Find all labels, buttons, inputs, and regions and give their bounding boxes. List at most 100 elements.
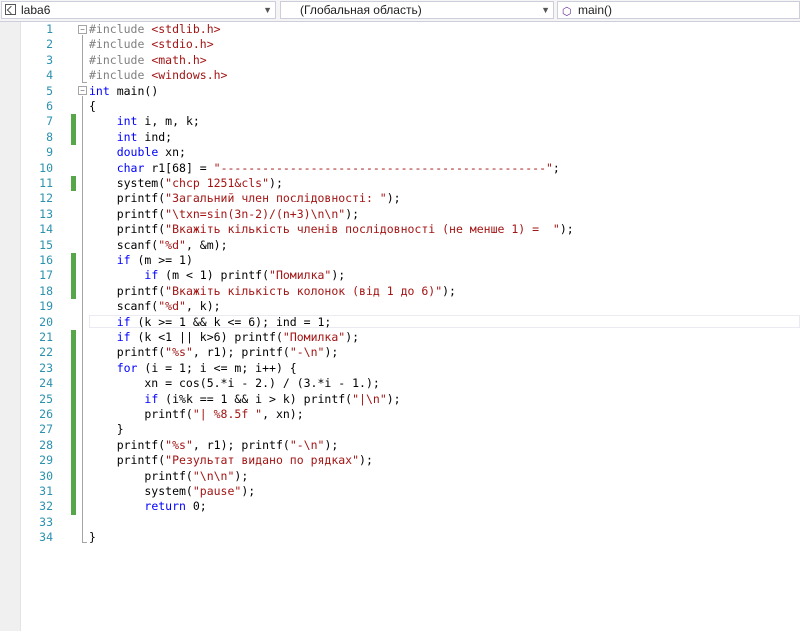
code-text: if (i%k == 1 && i > k) printf("|\n"); — [89, 391, 401, 407]
keyword-token: if — [144, 391, 159, 406]
line-number: 16 — [39, 253, 53, 267]
code-line[interactable]: 26 printf("| %8.5f ", xn); — [21, 407, 800, 423]
string-token: "pause" — [192, 484, 242, 498]
line-number: 7 — [46, 114, 53, 129]
code-text: #include <math.h> — [89, 53, 207, 68]
code-line[interactable]: 2 #include <stdio.h> — [21, 37, 800, 52]
code-line[interactable]: 29 printf("Результат видано по рядках"); — [21, 453, 800, 469]
code-line[interactable]: 14 printf("Вкажіть кількість членів посл… — [21, 222, 800, 237]
fold-guide-end — [82, 542, 87, 543]
indicator-margin[interactable] — [0, 22, 21, 631]
code-line[interactable]: 5 int main() — [21, 84, 800, 99]
code-token: xn; — [158, 145, 186, 160]
code-text: for (i = 1; i <= m; i++) { — [89, 361, 297, 376]
string-token: "Результат видано по рядках" — [165, 453, 360, 468]
project-dropdown[interactable]: laba6 ▼ — [1, 1, 276, 19]
code-token: (k >= 1 && k <= 6); ind = 1; — [130, 314, 332, 329]
code-token: system( — [89, 176, 166, 190]
code-text: xn = cos(5.*i - 2.) / (3.*i - 1.); — [89, 376, 379, 391]
code-line[interactable]: 15 scanf("%d", &m); — [21, 238, 800, 253]
code-token: ; — [552, 160, 560, 175]
code-editor[interactable]: 1 #include <stdlib.h> 2 #include <stdio.h> 3… — [21, 22, 800, 631]
line-number: 21 — [39, 330, 53, 344]
chevron-down-icon: ▼ — [263, 5, 272, 15]
string-token: "\n\n" — [192, 468, 235, 483]
code-line[interactable]: 24 xn = cos(5.*i - 2.) / (3.*i - 1.); — [21, 376, 800, 392]
string-token: "\txn=sin(3n-2)/(n+3)\n\n" — [165, 206, 346, 221]
fold-guide — [82, 35, 83, 82]
code-line[interactable]: 16 if (m >= 1) — [21, 253, 800, 269]
code-line[interactable]: 6{ — [21, 99, 800, 114]
code-token: , r1); printf( — [192, 345, 290, 360]
code-line[interactable]: 19 scanf("%d", k); — [21, 299, 800, 314]
code-text: if (k >= 1 && k <= 6); ind = 1; — [89, 314, 332, 330]
string-token: "%s" — [165, 437, 193, 452]
code-line[interactable]: 34} — [21, 530, 800, 545]
line-number: 23 — [39, 360, 53, 375]
code-line[interactable]: 25 if (i%k == 1 && i > k) printf("|\n"); — [21, 391, 800, 407]
code-line[interactable]: 4 #include <windows.h> — [21, 68, 800, 83]
code-token: system( — [89, 484, 193, 498]
code-text: printf("Результат видано по рядках"); — [89, 453, 373, 468]
member-dropdown[interactable]: ⬡ main() — [557, 1, 800, 19]
string-token: <math.h> — [151, 52, 207, 67]
string-token: <stdlib.h> — [151, 22, 221, 36]
line-number: 29 — [39, 453, 53, 468]
code-token: , &m); — [185, 237, 228, 252]
code-token: printf( — [89, 437, 166, 452]
scope-dropdown[interactable]: (Глобальная область) ▼ — [280, 1, 554, 19]
change-indicator — [71, 484, 76, 500]
code-line[interactable]: 27 } — [21, 422, 800, 438]
code-text: printf("Вкажіть кількість членів послідо… — [89, 222, 574, 237]
code-text: scanf("%d", k); — [89, 299, 221, 314]
code-line[interactable]: 17 if (m < 1) printf("Помилка"); — [21, 268, 800, 284]
code-line[interactable]: 22 printf("%s", r1); printf("-\n"); — [21, 345, 800, 361]
code-text: { — [89, 99, 96, 114]
line-number: 11 — [39, 176, 53, 190]
string-token: "chcp 1251&cls" — [165, 176, 270, 190]
code-line[interactable]: 28 printf("%s", r1); printf("-\n"); — [21, 437, 800, 454]
code-line[interactable]: 32 return 0; — [21, 499, 800, 515]
code-text: printf("%s", r1); printf("-\n"); — [89, 437, 339, 453]
code-line[interactable]: 18 printf("Вкажіть кількість колонок (ві… — [21, 283, 800, 300]
code-line[interactable]: 21 if (k <1 || k>6) printf("Помилка"); — [21, 330, 800, 346]
code-token: printf( — [89, 407, 193, 421]
code-token: } — [89, 422, 124, 437]
code-token: ); — [331, 268, 346, 283]
code-token: ); — [359, 453, 373, 468]
code-token: scanf( — [89, 237, 159, 252]
code-token: ); — [386, 391, 401, 406]
code-token: ); — [345, 330, 360, 344]
code-text: #include <stdio.h> — [89, 37, 214, 52]
code-line[interactable]: 11 system("chcp 1251&cls"); — [21, 176, 800, 192]
code-token: printf( — [89, 283, 166, 298]
keyword-token: if — [116, 330, 131, 344]
code-line[interactable]: 31 system("pause"); — [21, 484, 800, 500]
collapse-includes-icon[interactable]: − — [78, 25, 87, 34]
code-line[interactable]: 23 for (i = 1; i <= m; i++) { — [21, 360, 800, 377]
change-indicator — [71, 407, 76, 423]
collapse-main-icon[interactable]: − — [78, 86, 87, 95]
code-line[interactable]: 1 #include <stdlib.h> — [21, 22, 800, 37]
code-token: (i = 1; i <= m; i++) { — [137, 360, 297, 375]
code-line[interactable]: 12 printf("Загальний член послідовності:… — [21, 191, 800, 206]
code-line[interactable]: 8 int ind; — [21, 129, 800, 146]
line-number: 13 — [39, 206, 53, 221]
code-line[interactable]: 3 #include <math.h> — [21, 53, 800, 68]
code-line[interactable]: 9 double xn; — [21, 145, 800, 160]
line-number: 34 — [39, 530, 53, 545]
code-line[interactable]: 10 char r1[68] = "----------------------… — [21, 161, 800, 176]
code-token: ); — [442, 283, 456, 298]
code-line[interactable]: 13 printf("\txn=sin(3n-2)/(n+3)\n\n"); — [21, 207, 800, 222]
line-number: 4 — [46, 68, 53, 83]
code-text: printf("| %8.5f ", xn); — [89, 407, 303, 422]
code-line[interactable]: 30 printf("\n\n"); — [21, 468, 800, 484]
code-line[interactable]: 20 if (k >= 1 && k <= 6); ind = 1; — [21, 314, 800, 330]
code-text: int ind; — [89, 130, 172, 145]
code-line[interactable]: 7 int i, m, k; — [21, 114, 800, 130]
code-text: printf("Загальний член послідовності: ")… — [89, 191, 401, 206]
code-line[interactable]: 33 — [21, 515, 800, 530]
line-number: 20 — [39, 314, 53, 329]
preprocessor-token: #include — [89, 52, 152, 67]
